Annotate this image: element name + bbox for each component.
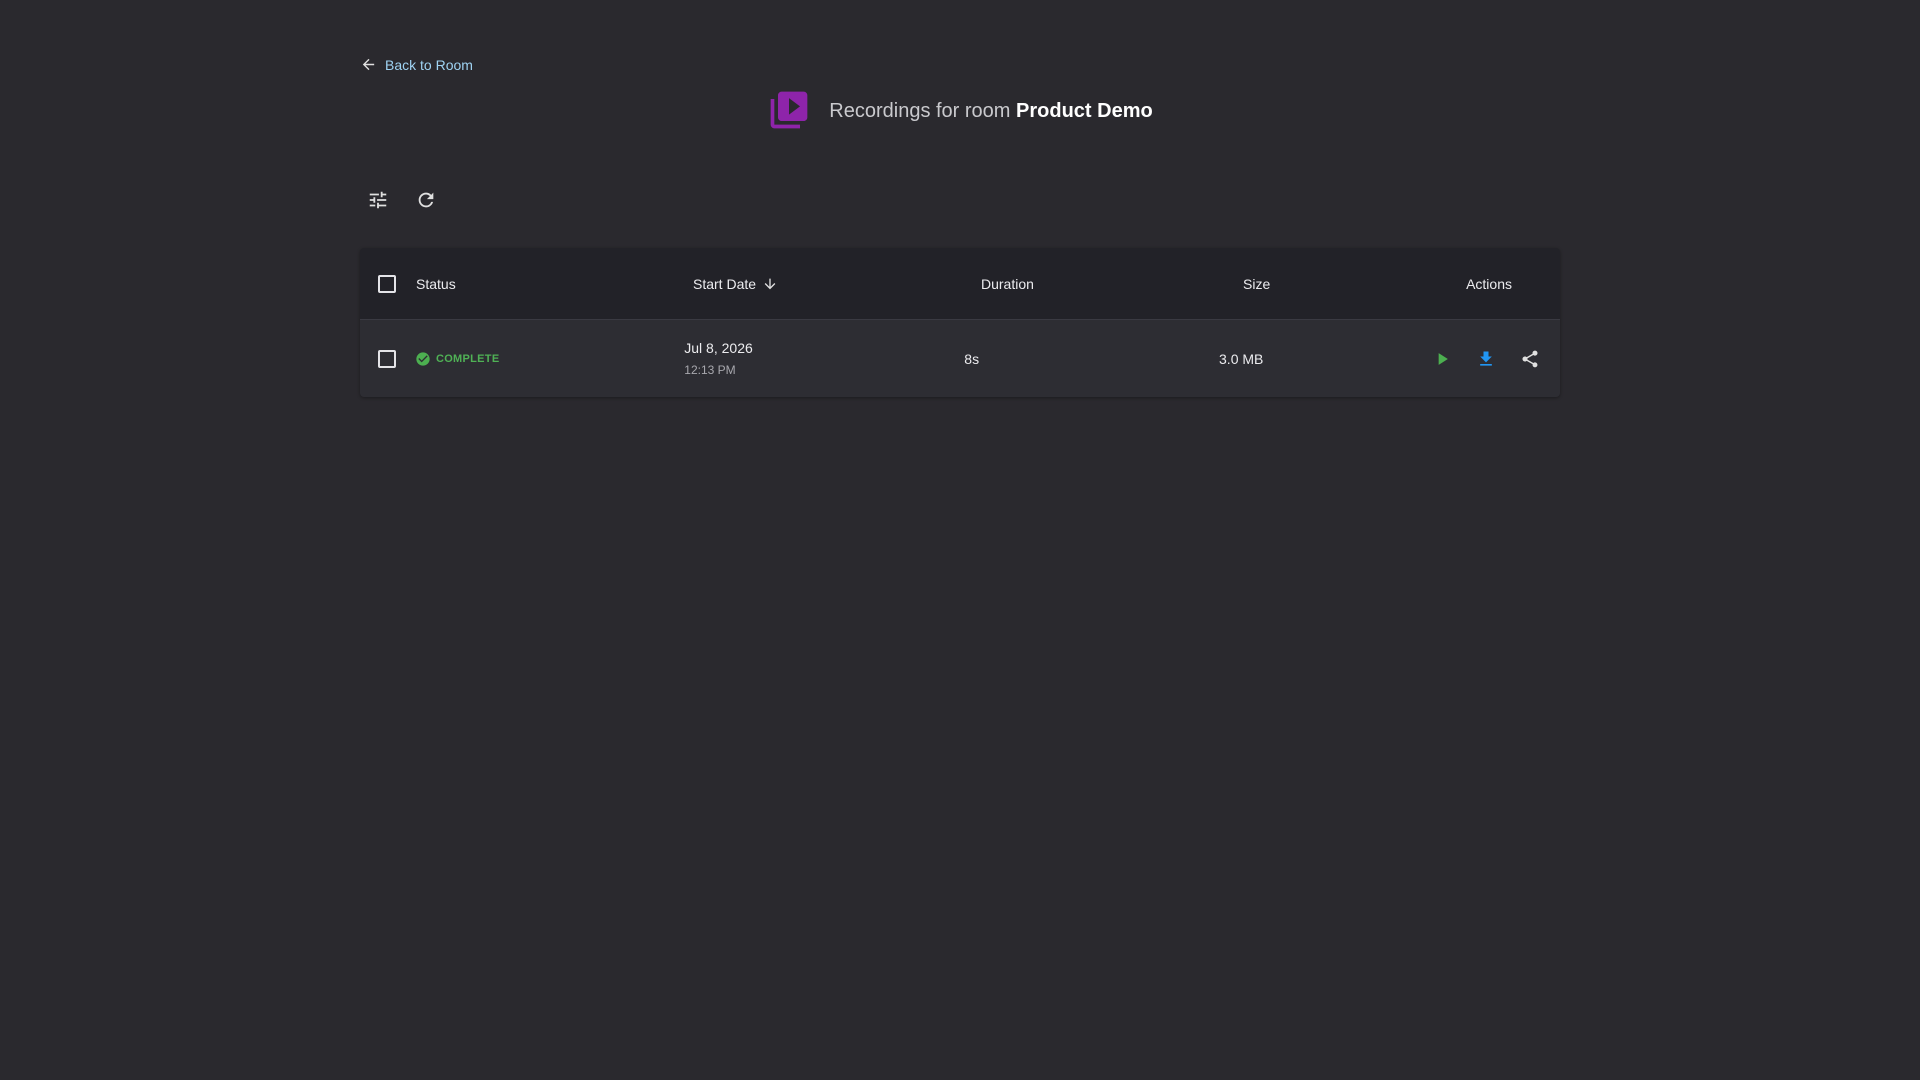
arrow-left-icon [362, 58, 375, 71]
recordings-page: Back to Room Recordings for room Product… [0, 0, 1920, 1080]
column-header-actions: Actions [1466, 275, 1512, 292]
duration-value: 8s [964, 350, 980, 367]
play-icon [1438, 352, 1448, 365]
status-badge: COMPLETE [415, 351, 500, 367]
column-header-size[interactable]: Size [1243, 276, 1460, 292]
page-title: Recordings for room Product Demo [0, 88, 1920, 132]
recordings-table: Status Start Date Duration Size Actions [360, 248, 1560, 397]
table-row[interactable]: COMPLETE Jul 8, 2026 12:13 PM 8s 3.0 MB [360, 320, 1560, 397]
back-to-room-link[interactable]: Back to Room [360, 56, 473, 73]
column-header-duration[interactable]: Duration [981, 276, 1243, 292]
status-label: COMPLETE [435, 352, 500, 365]
download-icon [1480, 351, 1492, 366]
toolbar [364, 186, 440, 214]
back-to-room-label: Back to Room [385, 56, 473, 73]
play-button[interactable] [1430, 347, 1454, 371]
room-name: Product Demo [1016, 99, 1153, 122]
table-header: Status Start Date Duration Size Actions [360, 248, 1560, 320]
select-all-checkbox[interactable] [378, 274, 396, 293]
share-icon [1522, 350, 1538, 367]
refresh-icon [418, 192, 434, 208]
start-time-value: 12:13 PM [684, 363, 736, 377]
start-date-label: Start Date [693, 275, 757, 292]
row-checkbox[interactable] [378, 349, 396, 368]
title-text: Recordings for room Product Demo [829, 98, 1152, 123]
size-value: 3.0 MB [1219, 350, 1264, 367]
column-header-start-date[interactable]: Start Date [693, 276, 778, 292]
tune-icon [369, 191, 387, 209]
column-header-status[interactable]: Status [416, 276, 693, 292]
title-prefix: Recordings for room [829, 99, 1011, 122]
check-circle-icon [416, 351, 430, 366]
filter-button[interactable] [364, 186, 392, 214]
refresh-button[interactable] [412, 186, 440, 214]
start-date-value: Jul 8, 2026 [684, 340, 753, 356]
share-button[interactable] [1518, 347, 1542, 371]
download-button[interactable] [1474, 347, 1498, 371]
arrow-down-icon [764, 278, 776, 289]
video-library-icon [770, 91, 808, 129]
